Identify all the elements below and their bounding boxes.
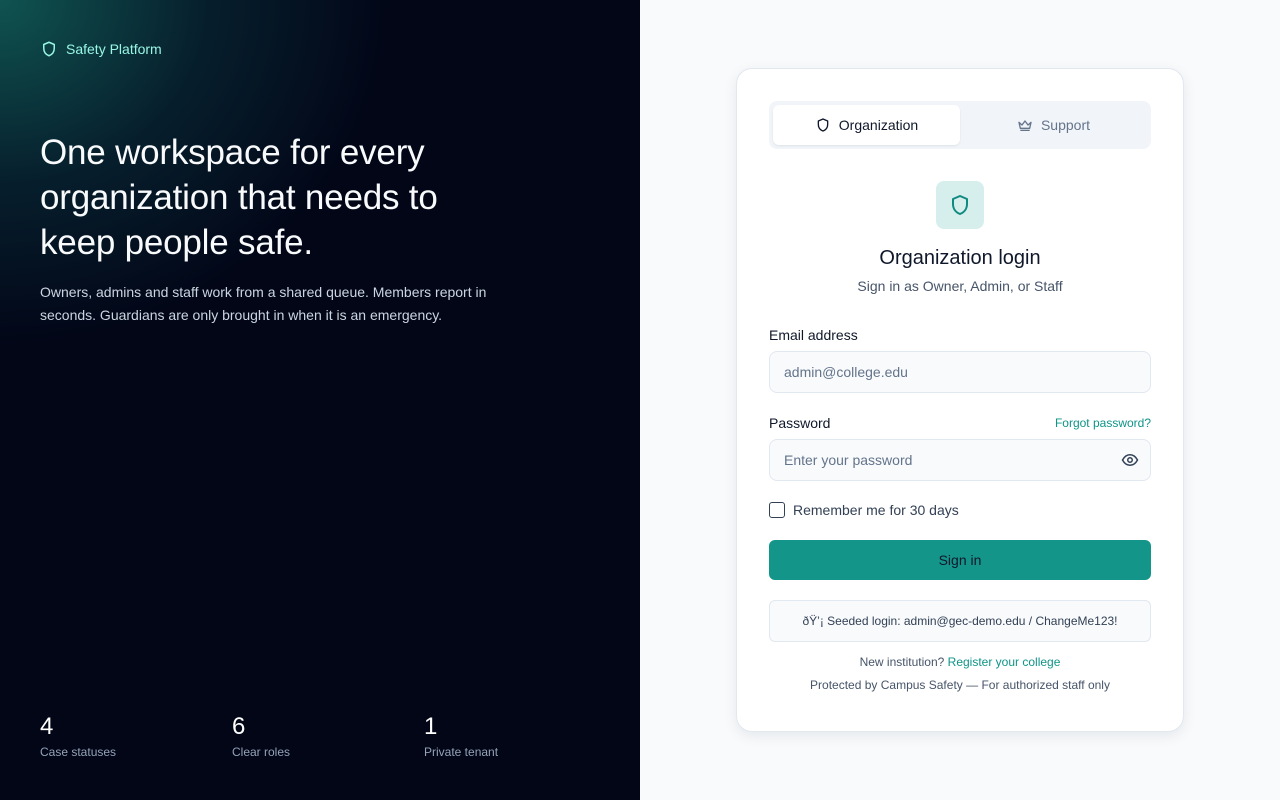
- shield-icon: [952, 195, 968, 215]
- stat-private-tenant: 1 Private tenant: [424, 713, 616, 759]
- stat-value: 6: [232, 713, 246, 740]
- email-label: Email address: [769, 327, 858, 343]
- password-label: Password: [769, 415, 831, 431]
- login-title: Organization login: [879, 247, 1041, 269]
- shield-icon: [817, 118, 829, 132]
- email-field[interactable]: [769, 351, 1151, 393]
- stat-label: Clear roles: [232, 745, 291, 759]
- stat-label: Case statuses: [40, 745, 117, 759]
- sign-in-button[interactable]: Sign in: [769, 540, 1151, 580]
- tab-label: Support: [1040, 117, 1091, 133]
- remember-row: Remember me for 30 days: [769, 502, 1151, 518]
- register-link[interactable]: Register your college: [948, 655, 1061, 669]
- tab-support[interactable]: Support: [960, 105, 1147, 145]
- protected-note: Protected by Campus Safety — For authori…: [810, 678, 1110, 692]
- tab-organization[interactable]: Organization: [773, 105, 960, 145]
- stats-row: 4 Case statuses 6 Clear roles 1 Private …: [40, 713, 616, 759]
- seed-login-note: ðŸ’¡ Seeded login: admin@gec-demo.edu / …: [769, 600, 1151, 642]
- stat-clear-roles: 6 Clear roles: [232, 713, 424, 759]
- stat-case-statuses: 4 Case statuses: [40, 713, 232, 759]
- stat-value: 1: [424, 713, 438, 740]
- stat-value: 4: [40, 713, 54, 740]
- hero-title: One workspace for every organization tha…: [40, 133, 438, 262]
- brand-name: Safety Platform: [66, 41, 162, 57]
- login-panel: Organization Support Organization login …: [640, 0, 1280, 800]
- eye-icon[interactable]: [1121, 451, 1139, 469]
- brand: Safety Platform: [40, 40, 162, 58]
- email-label-row: Email address: [769, 327, 1151, 343]
- password-wrapper: [769, 431, 1151, 481]
- tab-label: Organization: [838, 117, 919, 133]
- org-badge: [936, 181, 984, 229]
- new-institution-text: New institution?: [859, 655, 945, 669]
- remember-checkbox[interactable]: [769, 502, 785, 518]
- stat-label: Private tenant: [424, 745, 499, 759]
- shield-icon: [43, 41, 55, 57]
- remember-label: Remember me for 30 days: [793, 502, 959, 518]
- register-row: New institution? Register your college: [769, 655, 1151, 669]
- forgot-password-link[interactable]: Forgot password?: [1055, 416, 1151, 430]
- crown-icon: [1018, 120, 1032, 131]
- login-card: Organization Support Organization login …: [736, 68, 1184, 732]
- hero-description: Owners, admins and staff work from a sha…: [40, 284, 487, 323]
- login-tabs: Organization Support: [769, 101, 1151, 149]
- login-subtitle: Sign in as Owner, Admin, or Staff: [857, 278, 1063, 294]
- password-field[interactable]: [769, 439, 1151, 481]
- hero-panel: Safety Platform One workspace for every …: [0, 0, 640, 800]
- password-label-row: Password Forgot password?: [769, 415, 1151, 431]
